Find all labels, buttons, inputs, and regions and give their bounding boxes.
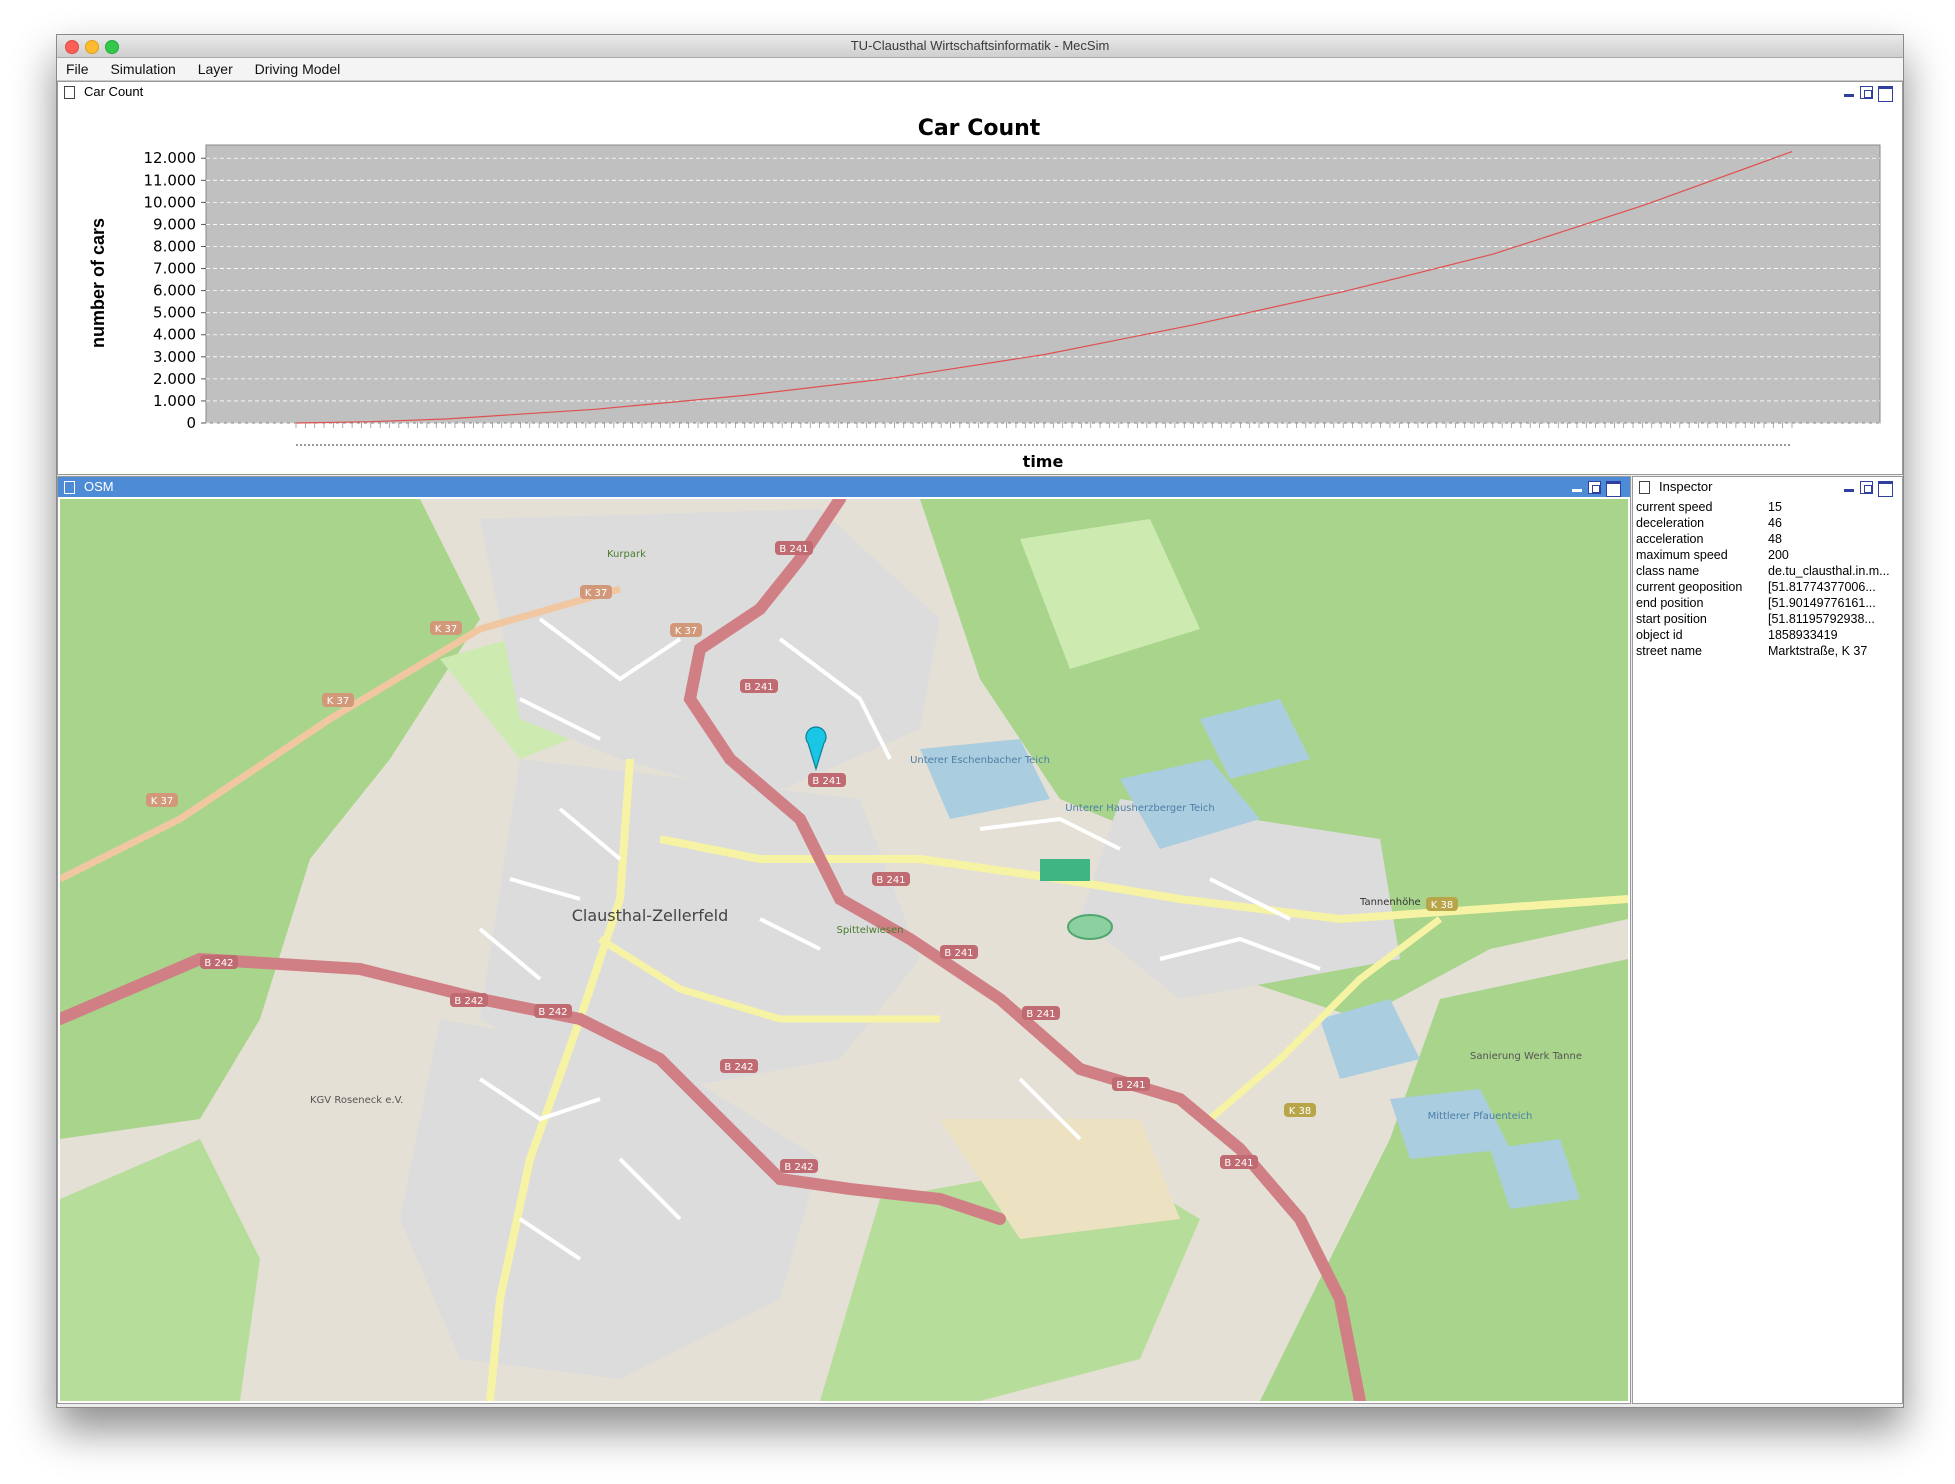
- y-tick-label: 11.000: [144, 171, 197, 189]
- svg-text:B 241: B 241: [944, 948, 973, 959]
- plot-area: [205, 144, 1881, 424]
- osm-frame-title: OSM: [84, 479, 114, 494]
- car-count-frame-title: Car Count: [84, 84, 144, 99]
- y-tick-label: 2.000: [153, 370, 196, 388]
- svg-text:B 241: B 241: [812, 776, 841, 787]
- menu-bar: File Simulation Layer Driving Model: [57, 58, 1903, 81]
- svg-text:B 242: B 242: [204, 958, 233, 969]
- inspector-row[interactable]: end position [51.90149776161...: [1633, 595, 1902, 611]
- map-label-unterer-hausherzberger-teich: Unterer Hausherzberger Teich: [1065, 803, 1215, 814]
- inspector-row[interactable]: start position [51.81195792938...: [1633, 611, 1902, 627]
- car-count-frame: Car Count Car Count 0 1.000 2.000 3.000 4.00…: [57, 81, 1903, 475]
- minimize-icon[interactable]: [1572, 489, 1582, 492]
- inspector-frame-title: Inspector: [1659, 479, 1713, 494]
- y-tick-label: 12.000: [144, 149, 197, 167]
- inspector-row[interactable]: acceleration 48: [1633, 531, 1902, 547]
- menu-layer[interactable]: Layer: [189, 58, 242, 80]
- inspector-frame-header[interactable]: Inspector: [1633, 477, 1902, 497]
- svg-text:K 37: K 37: [585, 588, 607, 599]
- restore-icon[interactable]: [1860, 481, 1873, 494]
- osm-frame-header[interactable]: OSM: [58, 477, 1630, 497]
- inspector-row[interactable]: class name de.tu_clausthal.in.m...: [1633, 563, 1902, 579]
- inspector-row[interactable]: street name Marktstraße, K 37: [1633, 643, 1902, 659]
- frame-controls: [1566, 480, 1626, 497]
- menu-driving-model[interactable]: Driving Model: [246, 58, 350, 80]
- map-label-kurpark: Kurpark: [607, 549, 646, 560]
- svg-text:K 37: K 37: [151, 796, 173, 807]
- svg-text:K 38: K 38: [1431, 900, 1453, 911]
- map-label-unterer-eschenbacher-teich: Unterer Eschenbacher Teich: [910, 755, 1050, 766]
- inspector-row[interactable]: object id 1858933419: [1633, 627, 1902, 643]
- zoom-button[interactable]: [105, 40, 119, 54]
- map-label-sanierung-werk-tanne: Sanierung Werk Tanne: [1470, 1051, 1582, 1062]
- place-label: Clausthal-Zellerfeld: [572, 906, 729, 925]
- car-count-frame-header[interactable]: Car Count: [58, 82, 1902, 102]
- svg-text:B 242: B 242: [724, 1062, 753, 1073]
- document-icon: [1639, 481, 1650, 494]
- svg-text:K 37: K 37: [675, 626, 697, 637]
- minimize-icon[interactable]: [1844, 94, 1854, 97]
- sports-field: [1040, 859, 1090, 881]
- window-title: TU-Clausthal Wirtschaftsinformatik - Mec…: [850, 38, 1110, 53]
- y-tick-label: 4.000: [153, 326, 196, 344]
- minimize-icon[interactable]: [1844, 489, 1854, 492]
- y-tick-label: 5.000: [153, 304, 196, 322]
- y-axis-label: number of cars: [88, 218, 108, 348]
- athletics-track: [1067, 914, 1113, 940]
- maximize-icon[interactable]: [1606, 481, 1621, 497]
- svg-text:B 241: B 241: [1224, 1158, 1253, 1169]
- car-count-chart: Car Count 0 1.000 2.000 3.000 4.000 5.000 6.00…: [88, 116, 1881, 471]
- restore-icon[interactable]: [1860, 86, 1873, 99]
- svg-text:K 37: K 37: [327, 696, 349, 707]
- svg-text:B 242: B 242: [454, 996, 483, 1007]
- svg-text:B 241: B 241: [744, 682, 773, 693]
- svg-text:K 37: K 37: [435, 624, 457, 635]
- document-icon: [64, 86, 75, 99]
- svg-text:B 242: B 242: [538, 1007, 567, 1018]
- osm-frame: OSM Clausthal-Zellerfeld Kurpark Unterer…: [57, 476, 1631, 1404]
- svg-text:B 242: B 242: [784, 1162, 813, 1173]
- y-tick-label: 0: [186, 414, 196, 432]
- frame-controls: [1838, 85, 1898, 102]
- minimize-button[interactable]: [85, 40, 99, 54]
- svg-text:K 38: K 38: [1289, 1106, 1311, 1117]
- inspector-frame: Inspector current speed 15 deceleration 46…: [1632, 476, 1903, 1404]
- y-tick-label: 7.000: [153, 260, 196, 278]
- maximize-icon[interactable]: [1878, 481, 1893, 497]
- svg-text:B 241: B 241: [876, 875, 905, 886]
- maximize-icon[interactable]: [1878, 86, 1893, 102]
- inspector-row[interactable]: current geoposition [51.81774377006...: [1633, 579, 1902, 595]
- document-icon: [64, 481, 75, 494]
- restore-icon[interactable]: [1588, 481, 1601, 494]
- svg-text:B 241: B 241: [1116, 1080, 1145, 1091]
- menu-file[interactable]: File: [57, 58, 98, 80]
- osm-map[interactable]: Clausthal-Zellerfeld Kurpark Unterer Esc…: [60, 499, 1628, 1401]
- y-tick-label: 1.000: [153, 392, 196, 410]
- map-label-kgv-roseneck: KGV Roseneck e.V.: [310, 1095, 403, 1106]
- svg-text:B 241: B 241: [779, 544, 808, 555]
- title-bar[interactable]: TU-Clausthal Wirtschaftsinformatik - Mec…: [57, 35, 1903, 58]
- svg-text:B 241: B 241: [1026, 1009, 1055, 1020]
- y-axis: 0 1.000 2.000 3.000 4.000 5.000 6.000 7.000 8.00…: [144, 149, 206, 432]
- map-label-spittelwiesen: Spittelwiesen: [836, 925, 903, 936]
- menu-simulation[interactable]: Simulation: [101, 58, 184, 80]
- inspector-row[interactable]: current speed 15: [1633, 499, 1902, 515]
- close-button[interactable]: [65, 40, 79, 54]
- y-tick-label: 3.000: [153, 348, 196, 366]
- inspector-row[interactable]: deceleration 46: [1633, 515, 1902, 531]
- x-axis-label: time: [1023, 452, 1064, 471]
- y-tick-label: 6.000: [153, 282, 196, 300]
- y-tick-label: 8.000: [153, 237, 196, 255]
- x-axis: [295, 423, 1793, 446]
- y-tick-label: 10.000: [144, 193, 197, 211]
- inspector-table: current speed 15 deceleration 46 accelerat…: [1633, 499, 1902, 1403]
- map-canvas[interactable]: Clausthal-Zellerfeld Kurpark Unterer Esc…: [60, 499, 1628, 1401]
- frame-controls: [1838, 480, 1898, 497]
- y-tick-label: 9.000: [153, 215, 196, 233]
- app-window: TU-Clausthal Wirtschaftsinformatik - Mec…: [56, 34, 1904, 1408]
- inspector-row[interactable]: maximum speed 200: [1633, 547, 1902, 563]
- chart-title: Car Count: [918, 116, 1041, 141]
- map-label-mittlerer-pfauenteich: Mittlerer Pfauenteich: [1428, 1111, 1533, 1122]
- map-label-tannenhoehe: Tannenhöhe: [1359, 897, 1421, 908]
